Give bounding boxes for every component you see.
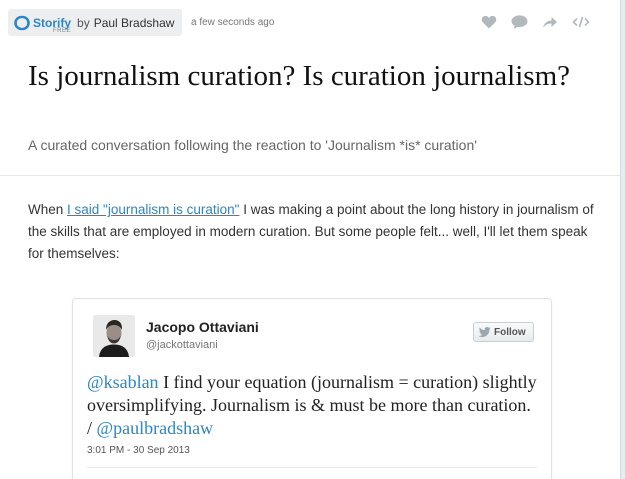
intro-link[interactable]: I said "journalism is curation": [67, 202, 239, 217]
heart-icon[interactable]: [481, 15, 497, 29]
share-icon[interactable]: [542, 15, 558, 29]
brand-tier-label: FREE: [53, 27, 72, 34]
tweet-mention[interactable]: @paulbradshaw: [97, 418, 214, 438]
tweet-date[interactable]: 3:01 PM - 30 Sep 2013: [87, 445, 190, 456]
comment-icon[interactable]: [511, 15, 528, 29]
by-label: by: [77, 15, 90, 30]
avatar[interactable]: [93, 315, 135, 357]
tweet-mention[interactable]: @ksablan: [87, 372, 159, 392]
story-title: Is journalism curation? Is curation jour…: [28, 60, 570, 92]
story-timestamp: a few seconds ago: [191, 17, 275, 28]
story-header-bar: Storify FREE by Paul Bradshaw a few seco…: [0, 0, 620, 40]
follow-button-label: Follow: [494, 326, 526, 338]
storify-logo-icon: [14, 15, 30, 30]
brand-author-pill[interactable]: Storify FREE by Paul Bradshaw: [8, 9, 183, 36]
tweet-author-handle[interactable]: @jackottaviani: [146, 339, 218, 351]
story-subtitle: A curated conversation following the rea…: [28, 137, 477, 153]
tweet-author-name[interactable]: Jacopo Ottaviani: [146, 319, 259, 335]
storify-logo[interactable]: Storify FREE: [14, 15, 72, 34]
intro-text-before: When: [28, 202, 68, 217]
follow-button[interactable]: Follow: [473, 322, 534, 342]
story-card: Storify FREE by Paul Bradshaw a few seco…: [0, 0, 621, 479]
tweet-footer-divider: [87, 467, 537, 468]
embed-icon[interactable]: [572, 15, 590, 29]
story-intro-paragraph: When I said "journalism is curation" I w…: [28, 199, 600, 265]
author-name[interactable]: Paul Bradshaw: [94, 16, 175, 30]
tweet-text: @ksablan I find your equation (journalis…: [87, 371, 537, 440]
header-divider: [0, 175, 620, 176]
story-actions: [481, 15, 590, 29]
embedded-tweet: Jacopo Ottaviani @jackottaviani Follow @…: [72, 298, 552, 479]
twitter-bird-icon: [479, 327, 491, 337]
